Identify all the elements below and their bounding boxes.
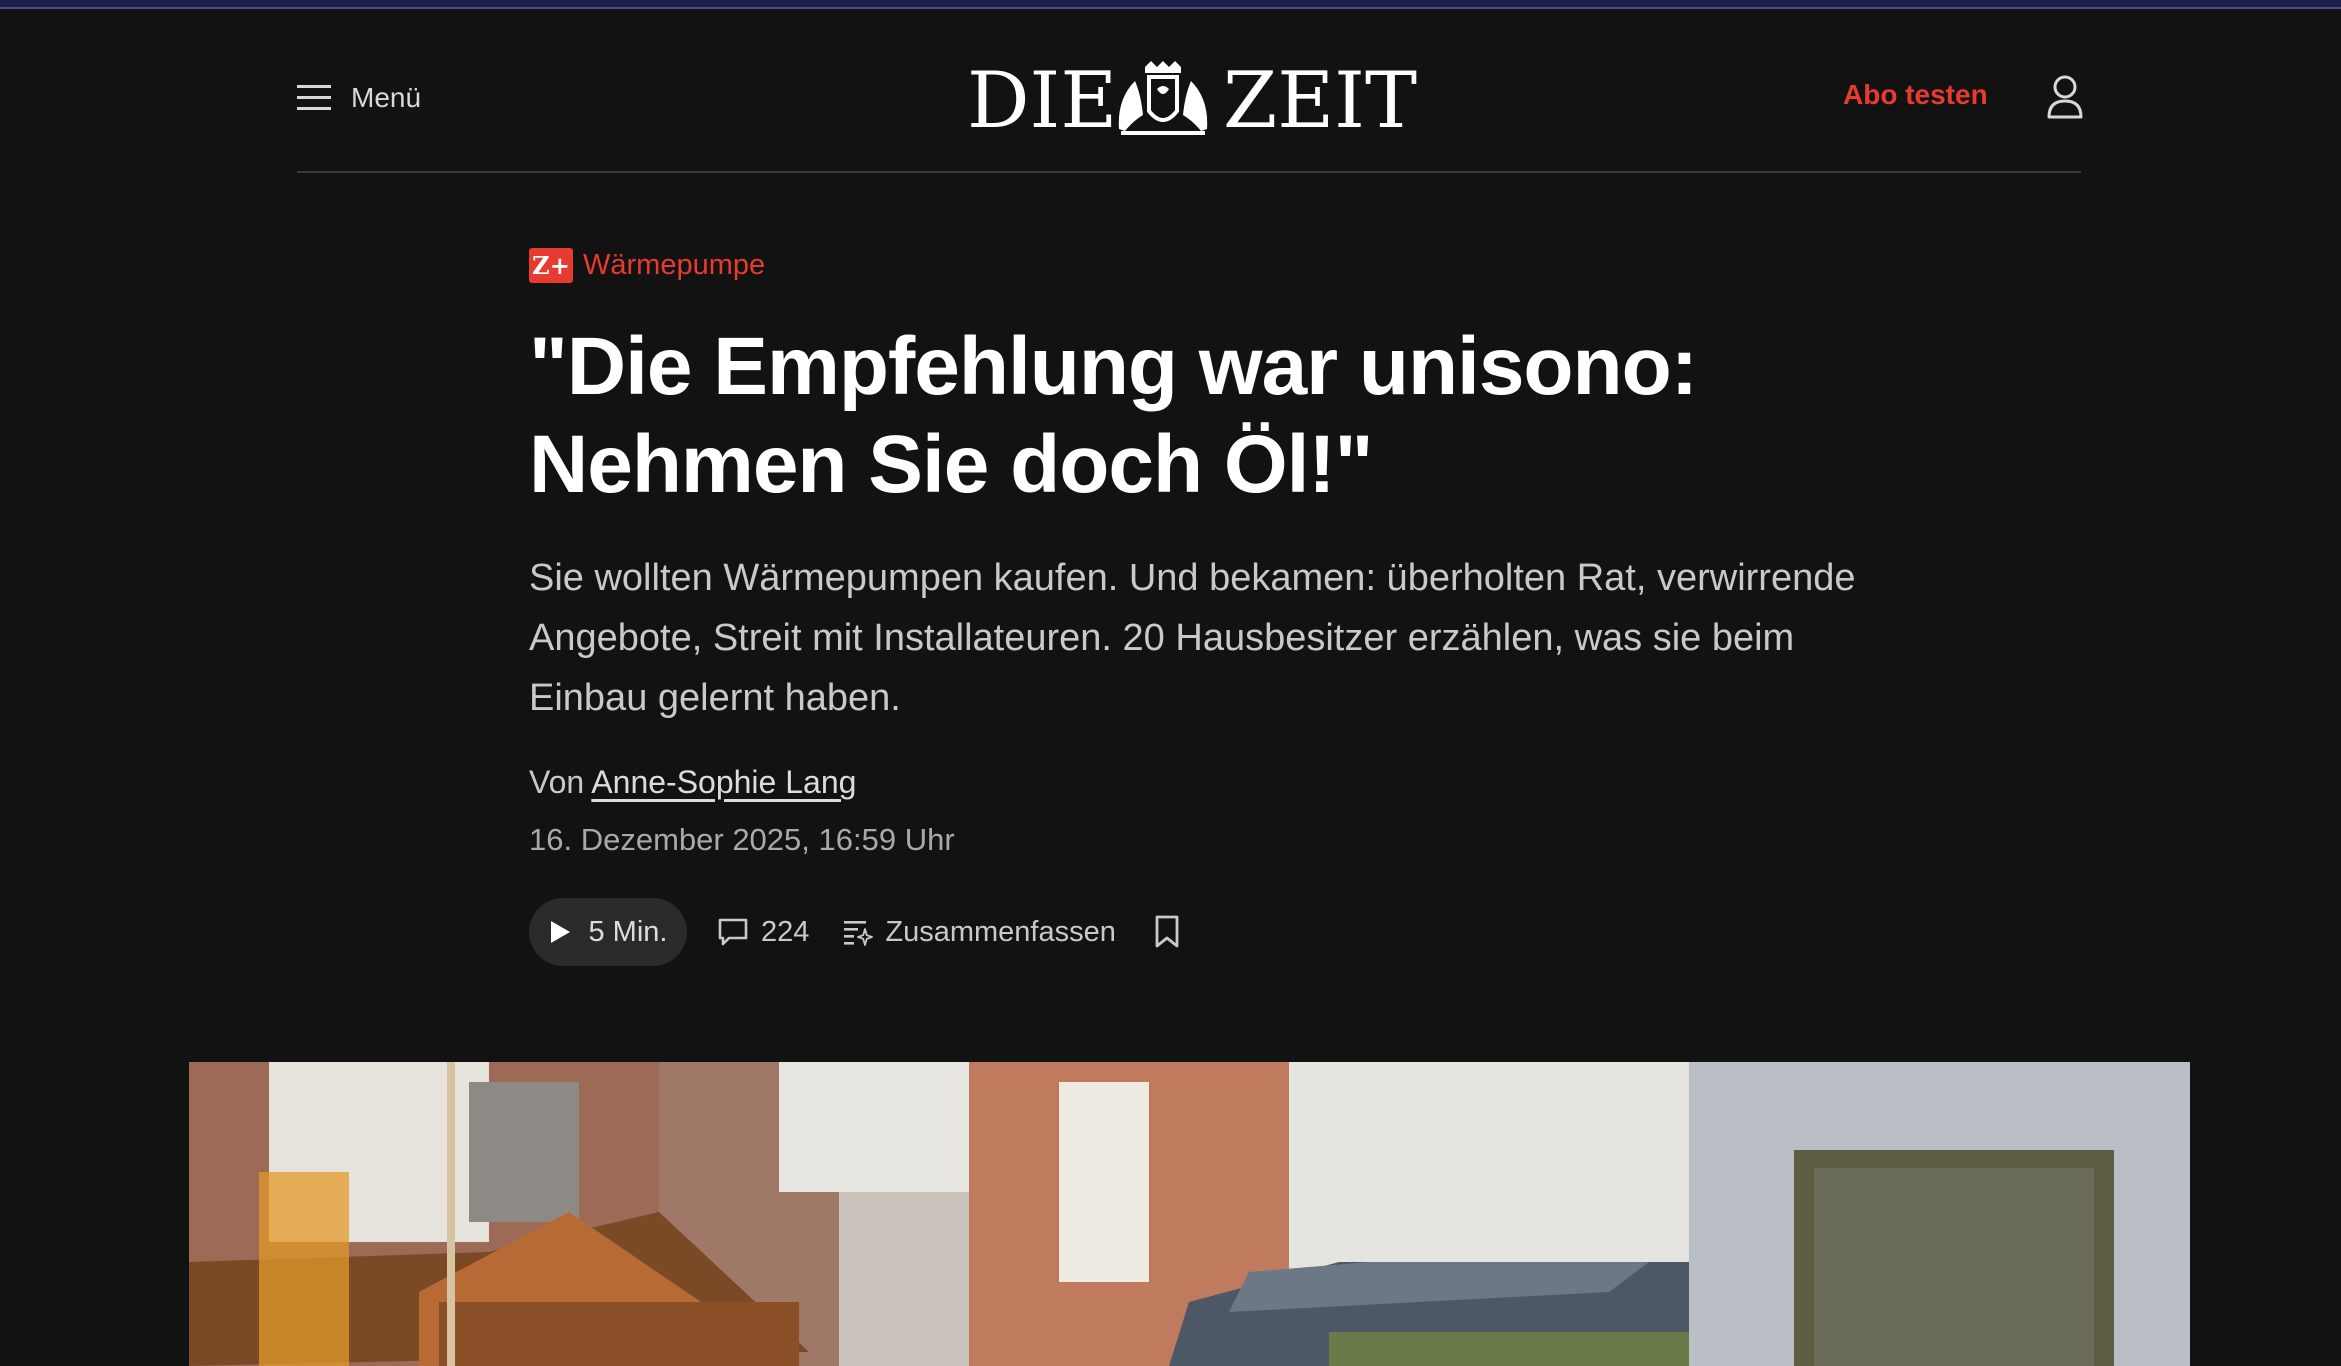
article-actions: 5 Min. 224 Zusammenfassen <box>529 898 1180 966</box>
listen-audio-button[interactable]: 5 Min. <box>529 898 687 966</box>
browser-top-strip <box>0 0 2341 9</box>
byline-prefix: Von <box>529 764 585 800</box>
hamburger-menu-icon <box>297 85 331 110</box>
article-kicker[interactable]: Z+ Wärmepumpe <box>529 248 765 283</box>
byline: Von Anne-Sophie Lang <box>529 764 856 801</box>
menu-label: Menü <box>351 82 422 113</box>
bookmark-button[interactable] <box>1154 915 1180 949</box>
article-summary: Sie wollten Wärmepumpen kaufen. Und beka… <box>529 557 1856 719</box>
logo-text-left: DIE <box>967 56 1117 139</box>
text-sparkle-icon <box>844 921 874 946</box>
play-icon <box>550 921 570 943</box>
headline-line-2: Nehmen Sie doch Öl!" <box>529 419 1374 510</box>
logo-text-right: ZEIT <box>1223 56 1417 139</box>
coat-of-arms-icon <box>1118 61 1208 135</box>
author-link[interactable]: Anne-Sophie Lang <box>591 764 856 800</box>
user-icon[interactable] <box>2045 73 2085 121</box>
hero-image <box>189 1062 2190 1366</box>
kicker-label: Wärmepumpe <box>583 249 766 281</box>
speech-bubble-icon <box>718 918 748 946</box>
publish-date: 16. Dezember 2025, 16:59 Uhr <box>529 822 955 857</box>
audio-duration-label: 5 Min. <box>588 915 668 948</box>
abo-testen-link[interactable]: Abo testen <box>1843 79 1988 111</box>
comments-button[interactable]: 224 <box>717 916 809 949</box>
zplus-badge: Z+ <box>529 248 573 283</box>
summarize-label: Zusammenfassen <box>885 915 1116 948</box>
summarize-button[interactable]: Zusammenfassen <box>843 916 1116 949</box>
article-headline: "Die Empfehlung war unisono: Nehmen Sie … <box>529 318 1879 514</box>
headline-line-1: "Die Empfehlung war unisono: <box>529 321 1698 412</box>
die-zeit-logo[interactable]: DIE ZEIT <box>967 55 1417 139</box>
site-header: Menü DIE ZEIT Abo testen <box>297 9 2083 173</box>
bookmark-icon <box>1155 915 1179 948</box>
comments-count: 224 <box>761 915 810 948</box>
menu-button[interactable]: Menü <box>297 71 421 125</box>
